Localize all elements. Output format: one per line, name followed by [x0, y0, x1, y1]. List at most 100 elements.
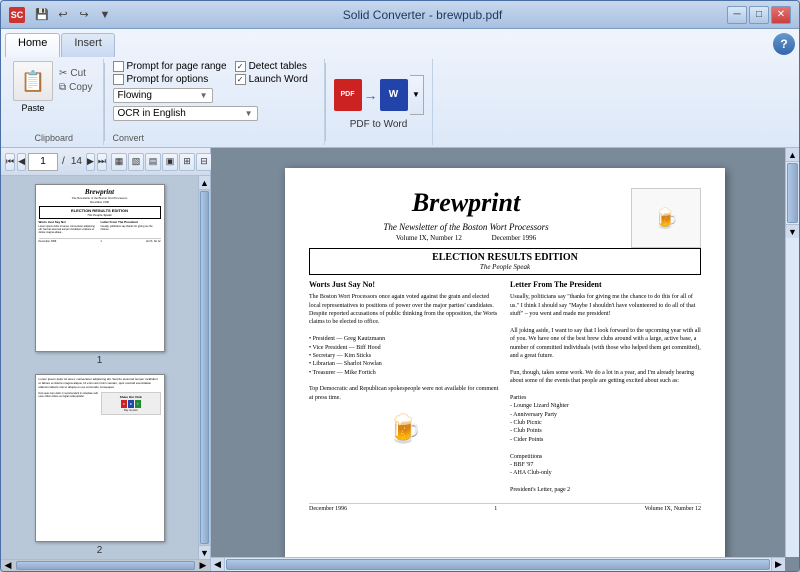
thumbnail-list[interactable]: Brewprint The Newsletter of the Boston W…	[1, 176, 198, 559]
doc-h-scrollbar: ◀ ▶	[211, 557, 785, 571]
thumbnail-2[interactable]: Lorem ipsum dolor sit amet, consectetur …	[35, 374, 165, 556]
thumb-scroll-thumb[interactable]	[200, 191, 209, 544]
redo-button[interactable]: ↪	[75, 6, 93, 24]
view-buttons: ▦ ▧ ▤ ▣ ⊞ ⊟	[111, 153, 212, 171]
checkboxes-left: Prompt for page range Prompt for options	[113, 61, 227, 85]
help-button[interactable]: ?	[773, 33, 795, 55]
pdf-to-word-group: PDF → W ▼ PDF to Word	[326, 59, 433, 145]
doc-scroll-thumb[interactable]	[787, 163, 798, 223]
footer-right: Volume IX, Number 12	[644, 506, 701, 512]
thumbnail-1[interactable]: Brewprint The Newsletter of the Boston W…	[35, 184, 165, 366]
footer-center: 1	[494, 506, 497, 512]
convert-group: Prompt for page range Prompt for options…	[105, 59, 325, 145]
doc-h-scroll-left[interactable]: ◀	[211, 558, 225, 571]
clipboard-group-label: Clipboard	[34, 131, 73, 143]
detect-tables-checkbox[interactable]	[235, 61, 246, 72]
close-button[interactable]: ✕	[771, 6, 791, 24]
doc-h-scroll-right[interactable]: ▶	[771, 558, 785, 571]
tab-insert[interactable]: Insert	[61, 33, 115, 57]
title-bar-left: SC 💾 ↩ ↪ ▼	[9, 6, 118, 24]
thumbnail-h-scrollbar: ◀ ▶	[1, 559, 210, 571]
prompt-page-range-label[interactable]: Prompt for page range	[113, 61, 227, 72]
doc-columns: Worts Just Say No! The Boston Wort Proce…	[309, 279, 701, 495]
view-btn-5[interactable]: ⊞	[179, 153, 195, 171]
next-page-button[interactable]: ▶	[86, 153, 95, 171]
prompt-options-checkbox[interactable]	[113, 74, 124, 85]
paste-button[interactable]: 📋	[13, 61, 53, 101]
col2-title: Letter From The President	[510, 279, 701, 290]
small-buttons: ✂ Cut ⧉ Copy	[57, 67, 95, 94]
layout-dropdown[interactable]: Flowing ▼	[113, 88, 213, 103]
last-page-button[interactable]: ⏭	[97, 153, 107, 171]
maximize-button[interactable]: □	[749, 6, 769, 24]
launch-word-label[interactable]: Launch Word	[235, 74, 308, 85]
footer-left: December 1996	[309, 506, 347, 512]
convert-row-1: Prompt for page range Prompt for options…	[113, 61, 316, 85]
checkboxes-right: Detect tables Launch Word	[235, 61, 308, 85]
view-btn-1[interactable]: ▦	[111, 153, 127, 171]
document-scroll[interactable]: Brewprint The Newsletter of the Boston W…	[211, 148, 799, 571]
detect-tables-label[interactable]: Detect tables	[235, 61, 308, 72]
doc-scroll-up-btn[interactable]: ▲	[786, 148, 799, 162]
thumb-h-scroll-left[interactable]: ◀	[1, 560, 15, 571]
copy-icon: ⧉	[59, 82, 66, 93]
doc-subtitle: The Newsletter of the Boston Wort Proces…	[309, 222, 623, 232]
doc-header-row: Brewprint The Newsletter of the Boston W…	[309, 188, 701, 248]
ocr-dropdown-arrow: ▼	[245, 109, 253, 118]
pdf-word-dropdown-button[interactable]: ▼	[410, 75, 424, 115]
title-bar: SC 💾 ↩ ↪ ▼ Solid Converter - brewpub.pdf…	[1, 1, 799, 29]
copy-button[interactable]: ⧉ Copy	[57, 81, 95, 94]
view-btn-6[interactable]: ⊟	[196, 153, 212, 171]
thumbnail-image-2: Lorem ipsum dolor sit amet, consectetur …	[35, 374, 165, 542]
window-title: Solid Converter - brewpub.pdf	[118, 8, 727, 22]
doc-title: Brewprint	[309, 188, 623, 218]
doc-scroll-down-btn[interactable]: ▼	[786, 224, 799, 238]
thumb-scroll-down-btn[interactable]: ▼	[199, 545, 210, 559]
pdf-to-word-label: PDF to Word	[350, 119, 408, 130]
thumb-scroll-up-btn[interactable]: ▲	[199, 176, 210, 190]
app-icon: SC	[9, 7, 25, 23]
thumb-h-scroll-thumb[interactable]	[16, 561, 195, 570]
thumbnail-label-1: 1	[97, 355, 103, 366]
doc-footer: December 1996 1 Volume IX, Number 12	[309, 503, 701, 512]
ribbon-content: 📋 Paste ✂ Cut ⧉ Copy	[1, 57, 799, 147]
election-title: ELECTION RESULTS EDITION	[316, 252, 694, 263]
cut-button[interactable]: ✂ Cut	[57, 67, 95, 80]
view-btn-2[interactable]: ▧	[128, 153, 144, 171]
col1-title: Worts Just Say No!	[309, 279, 500, 290]
view-btn-4[interactable]: ▣	[162, 153, 178, 171]
thumbnail-area: Brewprint The Newsletter of the Boston W…	[1, 176, 210, 559]
doc-header-text: Brewprint The Newsletter of the Boston W…	[309, 188, 623, 248]
election-box: ELECTION RESULTS EDITION The People Spea…	[309, 248, 701, 275]
page-number-input[interactable]	[28, 153, 58, 171]
undo-button[interactable]: ↩	[54, 6, 72, 24]
first-page-button[interactable]: ⏮	[5, 153, 15, 171]
doc-h-scroll-thumb[interactable]	[226, 559, 770, 570]
layout-dropdown-arrow: ▼	[200, 91, 208, 100]
doc-v-scrollbar: ▲ ▼	[785, 148, 799, 557]
prompt-options-label[interactable]: Prompt for options	[113, 74, 227, 85]
view-btn-3[interactable]: ▤	[145, 153, 161, 171]
thumbnail-image-1: Brewprint The Newsletter of the Boston W…	[35, 184, 165, 352]
arrow-right-icon: →	[364, 87, 378, 103]
qa-dropdown-button[interactable]: ▼	[96, 6, 114, 24]
prompt-page-range-checkbox[interactable]	[113, 61, 124, 72]
thumbnail-label-2: 2	[97, 545, 103, 556]
thumb-h-scroll-right[interactable]: ▶	[196, 560, 210, 571]
prev-page-button[interactable]: ◀	[17, 153, 26, 171]
launch-word-checkbox[interactable]	[235, 74, 246, 85]
word-icon: W	[380, 79, 408, 111]
scissors-icon: ✂	[59, 68, 67, 79]
convert-group-label: Convert	[113, 131, 145, 143]
ocr-dropdown[interactable]: OCR in English ▼	[113, 106, 258, 121]
minimize-button[interactable]: ─	[727, 6, 747, 24]
pdf-icon: PDF	[334, 79, 362, 111]
doc-col-1: Worts Just Say No! The Boston Wort Proce…	[309, 279, 500, 495]
doc-col-2: Letter From The President Usually, polit…	[510, 279, 701, 495]
pdf-word-icons: PDF → W ▼	[334, 75, 424, 115]
document-viewer: Brewprint The Newsletter of the Boston W…	[211, 148, 799, 571]
save-button[interactable]: 💾	[33, 6, 51, 24]
tab-home[interactable]: Home	[5, 33, 60, 57]
clipboard-section: 📋 Paste	[13, 61, 53, 113]
window-controls: ─ □ ✕	[727, 6, 791, 24]
